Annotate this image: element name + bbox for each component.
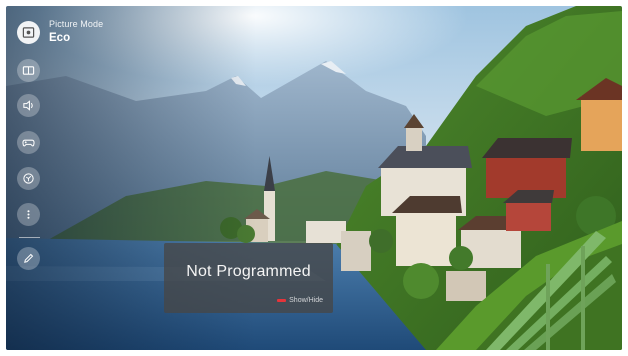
game-controller-icon (22, 139, 35, 147)
show-hide-hint[interactable]: Show/Hide (277, 297, 323, 304)
red-button-key-icon (277, 299, 287, 302)
more-options-icon (27, 210, 30, 219)
sound-icon (23, 100, 33, 111)
tv-screen: Picture Mode Eco Not Programmed Show/Hid… (6, 6, 622, 350)
picture-mode-button[interactable] (17, 21, 40, 44)
picture-mode-icon (22, 27, 35, 38)
more-options-button[interactable] (17, 203, 40, 226)
game-mode-button[interactable] (17, 131, 40, 154)
channel-button[interactable] (17, 167, 40, 190)
picture-mode-label: Picture Mode (49, 19, 104, 29)
not-programmed-popup: Not Programmed Show/Hide (164, 243, 333, 313)
aspect-ratio-button[interactable] (17, 59, 40, 82)
popup-title: Not Programmed (186, 263, 311, 280)
sidebar-divider (19, 237, 40, 238)
show-hide-label: Show/Hide (289, 297, 323, 304)
edit-icon (24, 253, 34, 263)
sound-button[interactable] (17, 94, 40, 117)
tv-channel-icon (23, 173, 34, 184)
picture-mode-value: Eco (49, 32, 71, 44)
aspect-ratio-icon (22, 66, 35, 75)
edit-button[interactable] (17, 247, 40, 270)
